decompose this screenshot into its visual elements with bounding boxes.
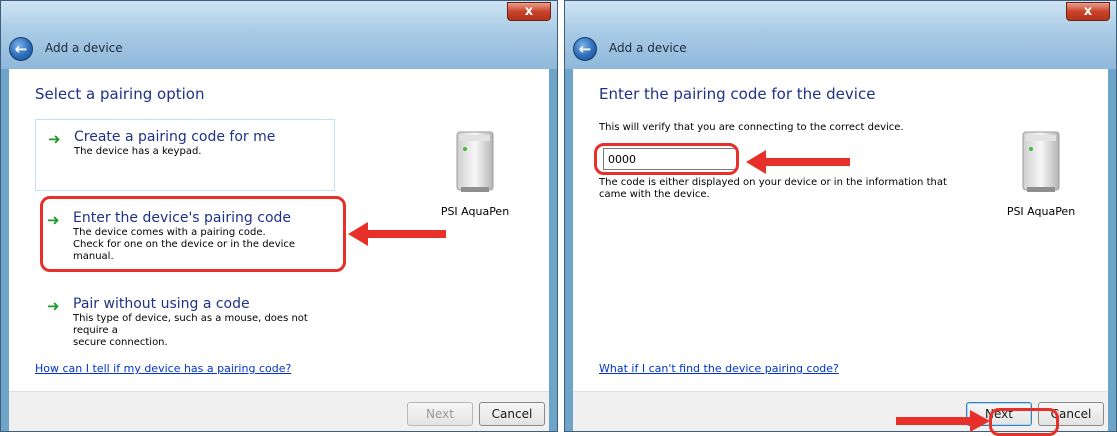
- content-area: Select a pairing option ➜ Create a pairi…: [9, 69, 549, 391]
- next-button[interactable]: Next: [407, 402, 473, 426]
- pairing-code-input[interactable]: 0000: [603, 148, 738, 170]
- option-title: Pair without using a code: [73, 296, 250, 312]
- option-pair-without-code[interactable]: ➜ Pair without using a code This type of…: [35, 287, 335, 348]
- device-name: PSI AquaPen: [1006, 205, 1076, 218]
- option-description: This type of device, such as a mouse, do…: [73, 313, 308, 336]
- cancel-button[interactable]: Cancel: [1038, 402, 1104, 426]
- hint-text: The code is either displayed on your dev…: [599, 177, 947, 188]
- device-name: PSI AquaPen: [440, 205, 510, 218]
- close-button[interactable]: x: [507, 2, 551, 21]
- content-area: Enter the pairing code for the device Th…: [573, 69, 1108, 391]
- page-heading: Select a pairing option: [35, 85, 205, 103]
- footer-bar: Next Cancel: [573, 391, 1108, 431]
- device-tile: PSI AquaPen: [435, 129, 515, 218]
- cancel-button[interactable]: Cancel: [479, 402, 545, 426]
- title-bar: x ← Add a device: [1, 1, 557, 69]
- green-arrow-icon: ➜: [48, 130, 61, 148]
- back-arrow-icon[interactable]: ←: [573, 37, 597, 61]
- green-arrow-icon: ➜: [47, 211, 60, 229]
- option-enter-pairing-code[interactable]: ➜ Enter the device's pairing code The de…: [35, 201, 335, 267]
- add-device-dialog-left: x ← Add a device Select a pairing option…: [0, 0, 558, 432]
- title-bar: x ← Add a device: [565, 1, 1116, 69]
- footer-bar: Next Cancel: [9, 391, 549, 431]
- page-heading: Enter the pairing code for the device: [599, 85, 876, 103]
- option-description: The device comes with a pairing code.: [73, 227, 266, 238]
- green-arrow-icon: ➜: [47, 297, 60, 315]
- back-arrow-icon[interactable]: ←: [9, 37, 33, 61]
- option-title: Create a pairing code for me: [74, 129, 276, 145]
- close-button[interactable]: x: [1066, 2, 1110, 21]
- option-description: Check for one on the device or in the de…: [73, 239, 296, 262]
- option-create-pairing-code[interactable]: ➜ Create a pairing code for me The devic…: [35, 119, 335, 191]
- hint-text: came with the device.: [599, 189, 710, 200]
- option-description: The device has a keypad.: [74, 146, 202, 157]
- option-title: Enter the device's pairing code: [73, 210, 292, 226]
- window-title: Add a device: [45, 41, 123, 55]
- next-button[interactable]: Next: [966, 402, 1032, 426]
- device-tower-icon: [456, 131, 494, 192]
- help-link[interactable]: How can I tell if my device has a pairin…: [35, 362, 291, 375]
- option-description: secure connection.: [73, 337, 168, 348]
- help-link[interactable]: What if I can't find the device pairing …: [599, 362, 839, 375]
- instruction-text: This will verify that you are connecting…: [599, 122, 904, 133]
- window-title: Add a device: [609, 41, 687, 55]
- device-tile: PSI AquaPen: [1001, 129, 1081, 218]
- device-tower-icon: [1022, 131, 1060, 192]
- add-device-dialog-right: x ← Add a device Enter the pairing code …: [564, 0, 1117, 432]
